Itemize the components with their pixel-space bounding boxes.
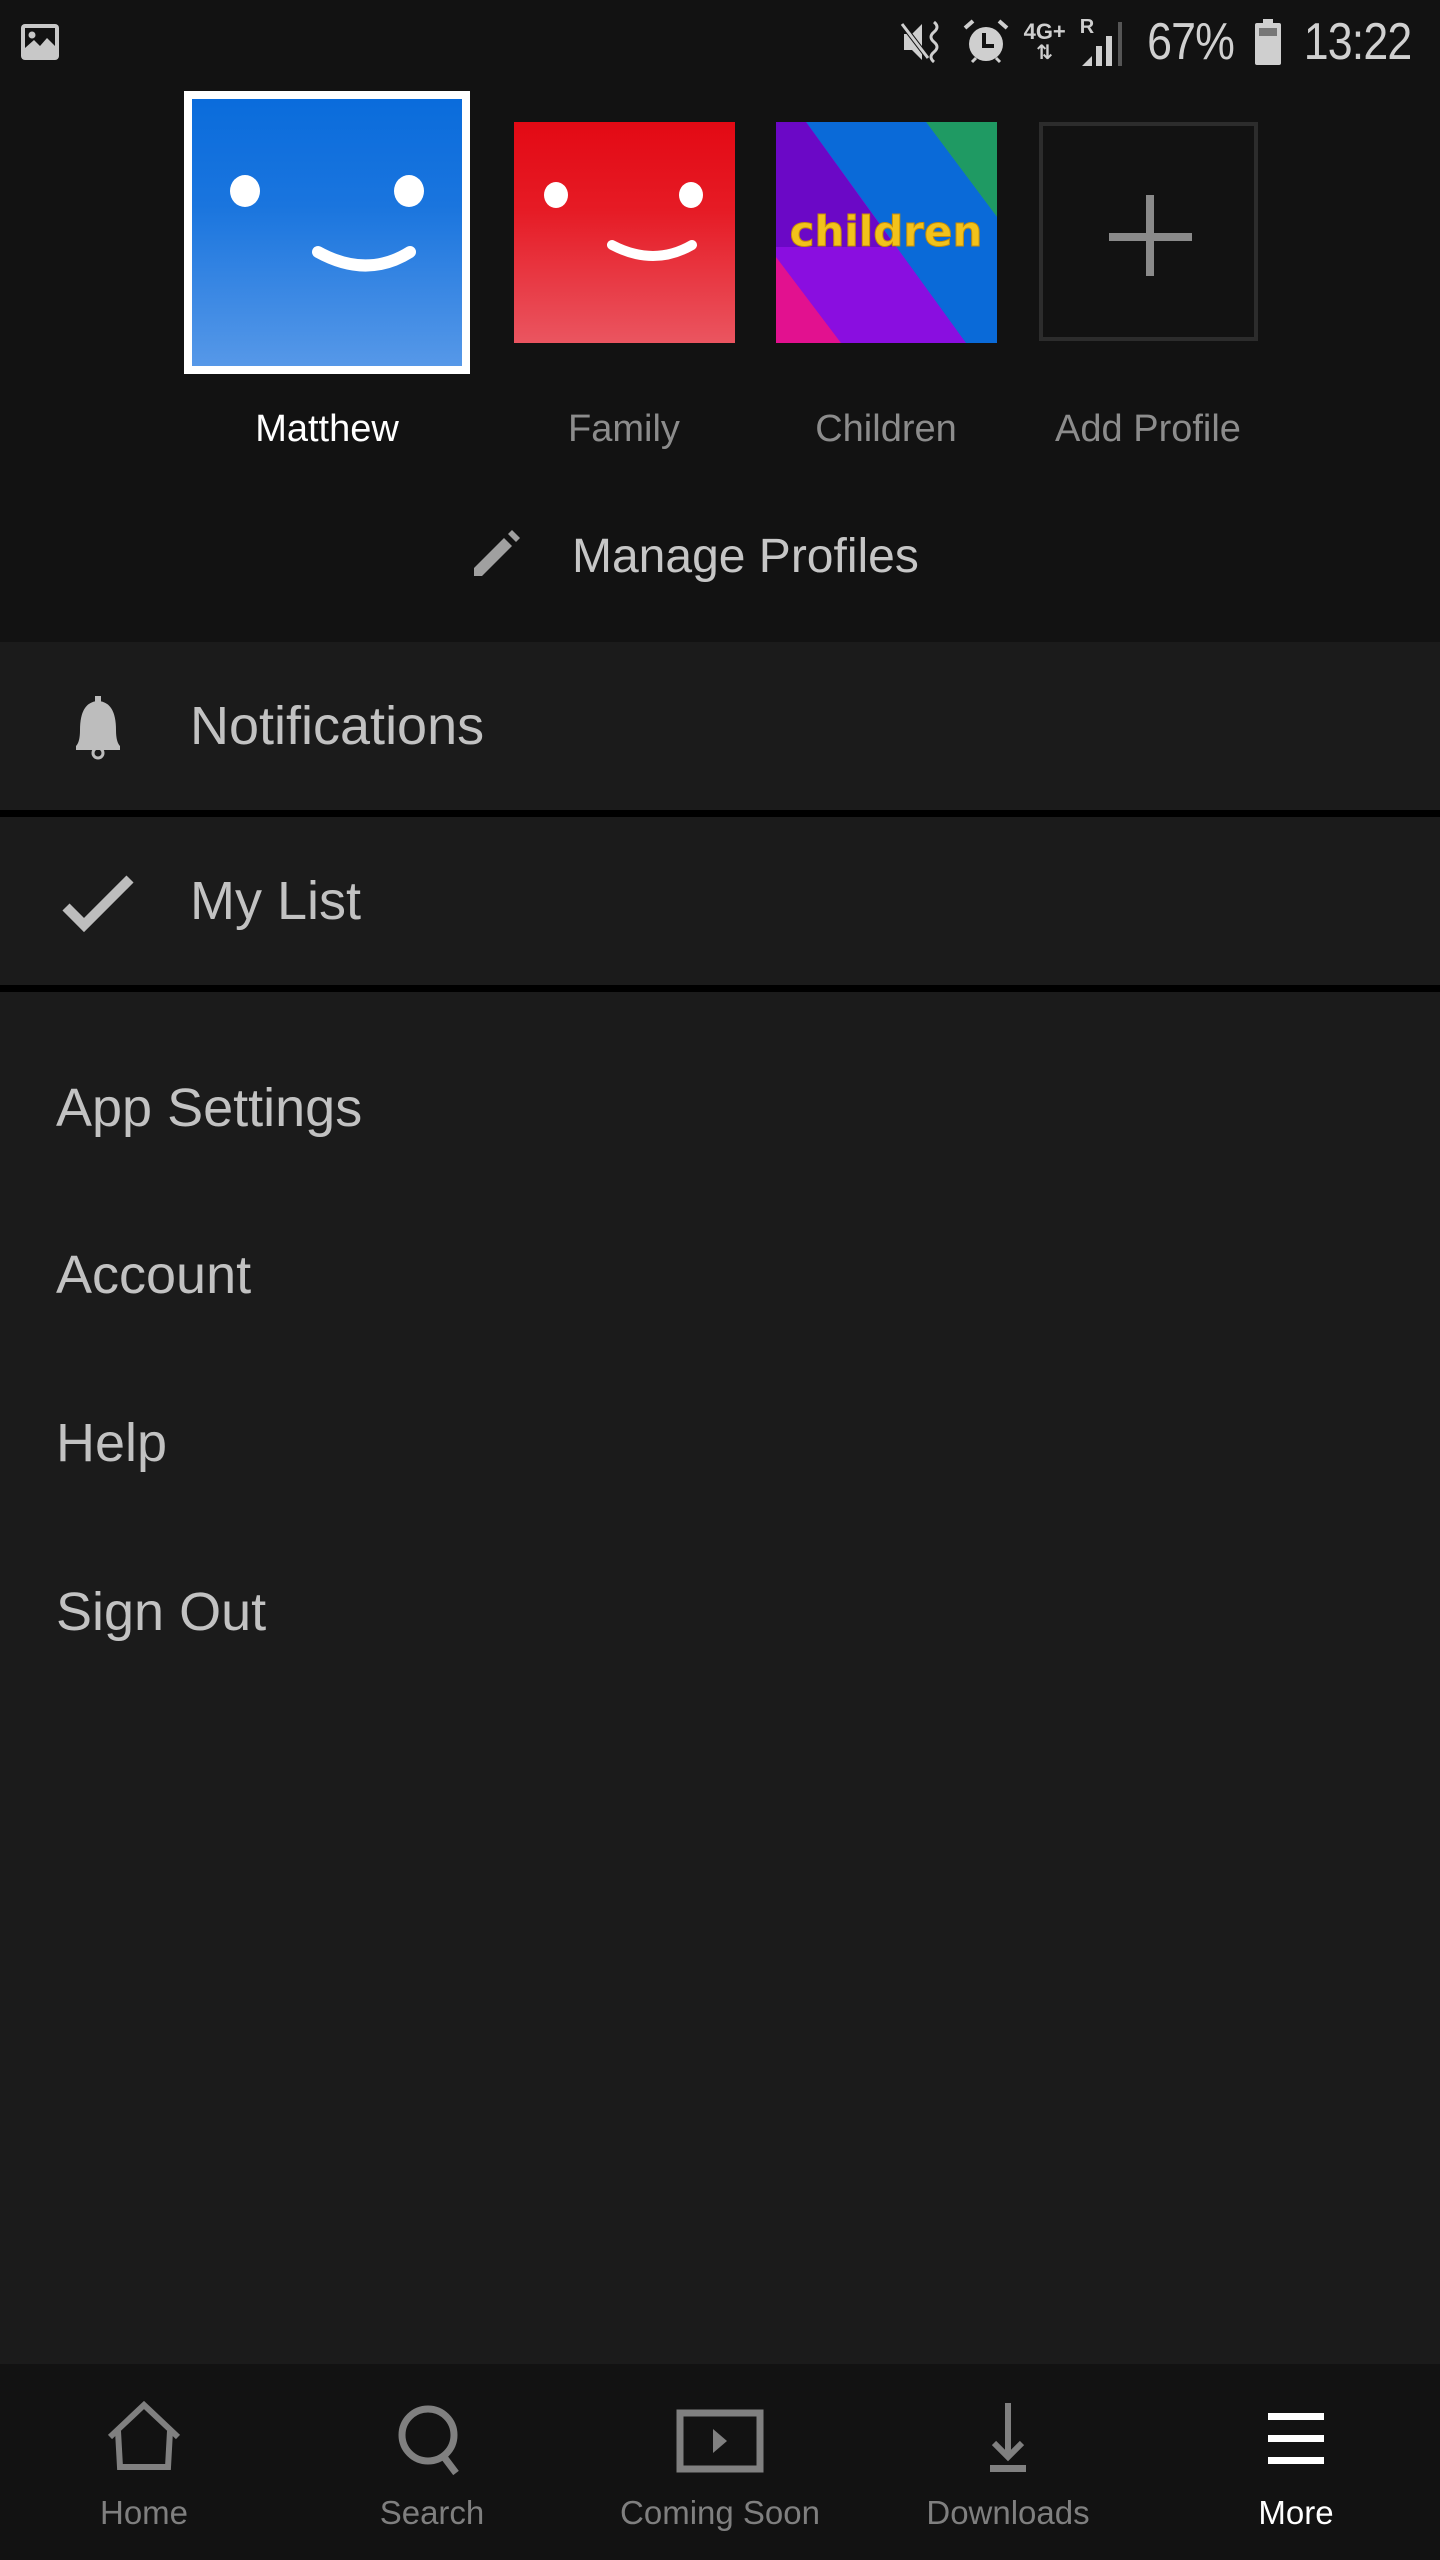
- profile-matthew[interactable]: [184, 91, 470, 374]
- children-avatar-text: children: [790, 207, 983, 256]
- profile-family[interactable]: [514, 122, 735, 343]
- menu-my-list[interactable]: My List: [0, 817, 1440, 985]
- bell-icon: [76, 696, 120, 760]
- plus-icon: [1109, 195, 1192, 276]
- children-avatar-icon: children: [776, 122, 997, 343]
- manage-profiles-button[interactable]: Manage Profiles: [470, 520, 919, 592]
- network-4g-plus-icon: 4G+ ⇅: [1023, 19, 1066, 64]
- pencil-icon: [474, 530, 520, 576]
- nav-search-label: Search: [379, 2494, 485, 2531]
- menu-my-list-label: My List: [190, 871, 362, 931]
- profile-name-family: Family: [568, 408, 680, 450]
- checkmark-icon: [62, 875, 134, 933]
- nav-home-label: Home: [99, 2494, 189, 2531]
- manage-profiles-label: Manage Profiles: [572, 529, 919, 583]
- coming-soon-icon: [676, 2409, 764, 2473]
- vibrate-mute-icon: [899, 20, 939, 64]
- profile-children[interactable]: children: [776, 122, 997, 343]
- nav-more[interactable]: More: [1152, 2364, 1440, 2560]
- image-notification-icon: [21, 24, 59, 60]
- network-type-label: 4G+: [1023, 19, 1066, 44]
- battery-icon: [1254, 19, 1281, 65]
- menu-notifications-label: Notifications: [190, 696, 485, 756]
- roaming-signal-icon: R: [1080, 16, 1126, 68]
- nav-coming-soon[interactable]: Coming Soon: [576, 2364, 864, 2560]
- bottom-navigation: Home Search Coming Soon Downloads More: [0, 2364, 1440, 2560]
- divider: [0, 985, 1440, 992]
- profile-name-add: Add Profile: [1055, 408, 1241, 450]
- menu-notifications[interactable]: Notifications: [0, 642, 1440, 810]
- home-icon: [107, 2401, 181, 2470]
- menu-help[interactable]: Help: [56, 1403, 167, 1483]
- search-icon: [398, 2405, 459, 2476]
- menu-account[interactable]: Account: [56, 1235, 251, 1315]
- menu-icon: [1268, 2413, 1324, 2464]
- smiley-face-icon: [544, 182, 703, 261]
- nav-search[interactable]: Search: [288, 2364, 576, 2560]
- nav-downloads-label: Downloads: [926, 2494, 1090, 2531]
- status-bar-right: 4G+ ⇅ R 67% 13:22: [899, 10, 1420, 74]
- data-arrows-icon: ⇅: [1036, 42, 1054, 64]
- menu-sign-out[interactable]: Sign Out: [56, 1572, 266, 1652]
- profiles-section: Matthew Family children Children Add Pro…: [0, 82, 1440, 642]
- nav-home[interactable]: Home: [0, 2364, 288, 2560]
- profile-name-children: Children: [815, 408, 957, 450]
- divider: [0, 810, 1440, 817]
- profile-name-matthew: Matthew: [255, 408, 399, 450]
- status-bar: 4G+ ⇅ R 67% 13:22: [0, 0, 1440, 82]
- clock: 13:22: [1303, 13, 1412, 71]
- menu-app-settings[interactable]: App Settings: [56, 1068, 362, 1148]
- battery-percent: 67%: [1146, 13, 1235, 71]
- smiley-face-icon: [230, 175, 424, 272]
- profile-avatar-blue: [192, 99, 462, 366]
- nav-more-label: More: [1258, 2494, 1334, 2531]
- nav-coming-soon-label: Coming Soon: [620, 2494, 820, 2531]
- alarm-icon: [963, 19, 1008, 64]
- add-profile-button[interactable]: [1039, 122, 1258, 341]
- nav-downloads[interactable]: Downloads: [864, 2364, 1152, 2560]
- download-icon: [990, 2403, 1026, 2472]
